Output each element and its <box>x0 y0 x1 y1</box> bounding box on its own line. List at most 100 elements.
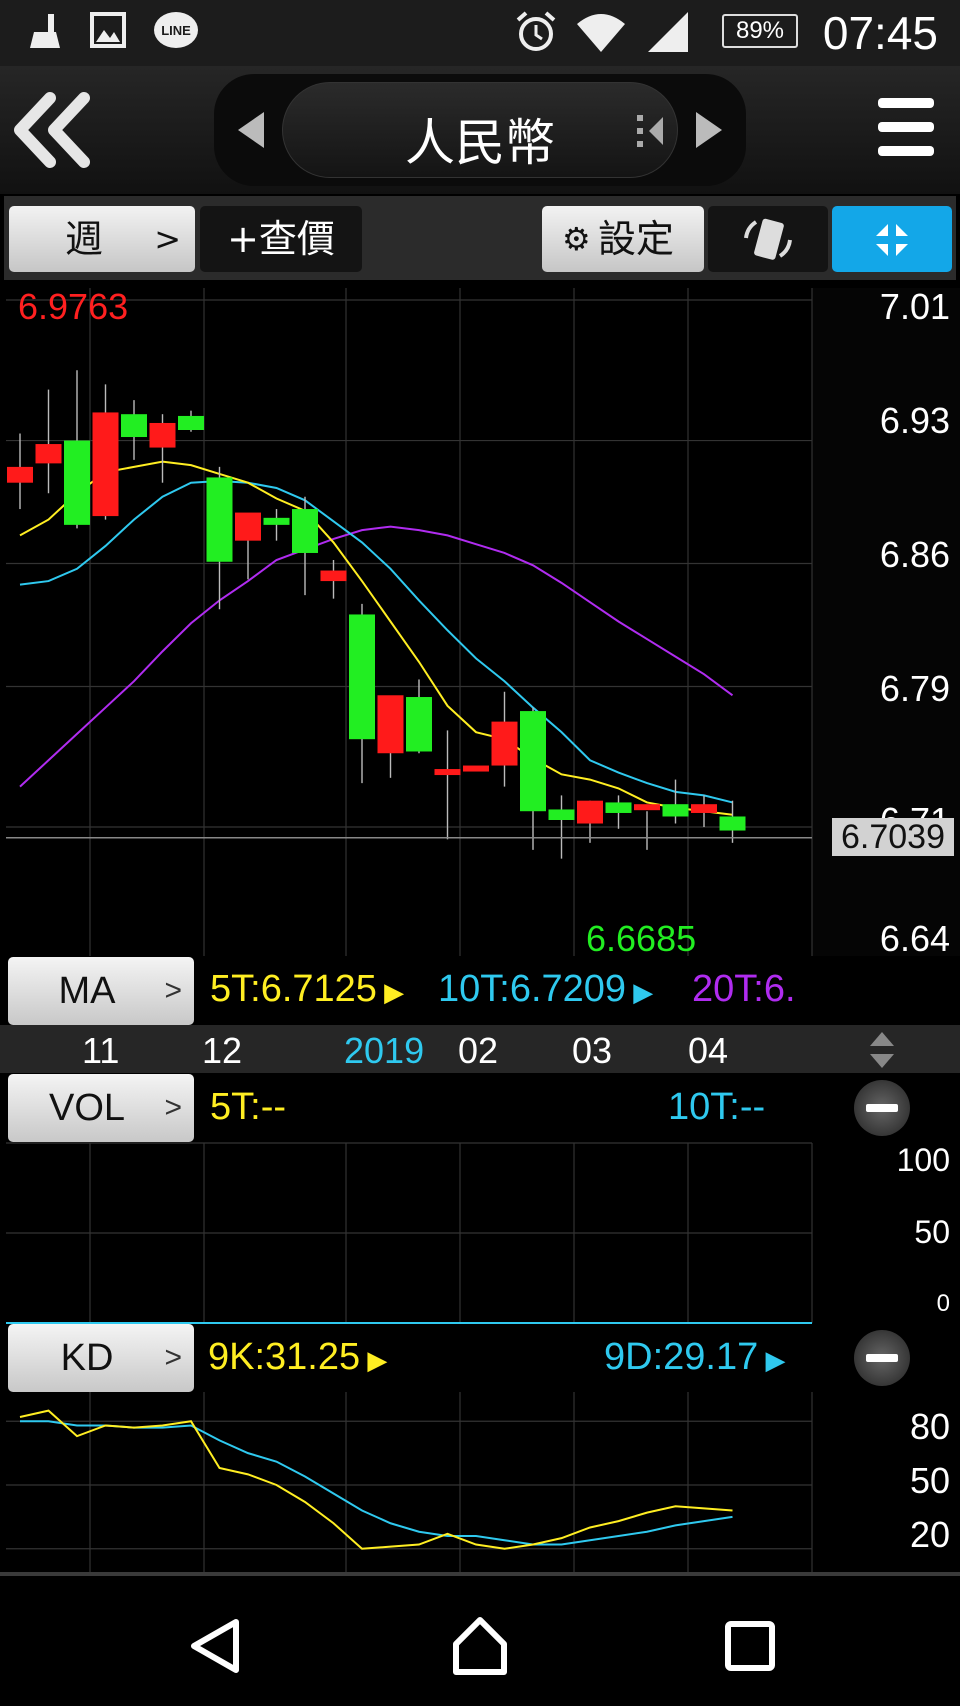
ma10-value: 10T:6.7209 ▶ <box>438 968 654 1010</box>
kd-indicator-button[interactable]: KD > <box>8 1324 194 1392</box>
ma20-value: 20T:6. <box>692 968 796 1010</box>
candle-body <box>35 444 62 464</box>
candle-body <box>463 765 489 772</box>
candle-body <box>634 804 660 811</box>
price-panel <box>6 288 812 956</box>
system-nav-bar <box>0 1576 960 1706</box>
x-label: 04 <box>688 1030 729 1071</box>
vol-ma5-value: 5T:-- <box>210 1086 286 1128</box>
vol-y-tick: 0 <box>936 1290 950 1317</box>
list-indicator-icon <box>637 115 663 147</box>
vol-label: VOL <box>48 1087 126 1129</box>
candle-body <box>406 697 432 752</box>
minus-icon <box>866 1354 898 1362</box>
y-tick: 6.86 <box>879 534 950 575</box>
recent-apps-icon[interactable] <box>724 1620 776 1672</box>
y-tick: 6.93 <box>879 400 950 441</box>
minus-icon <box>866 1104 898 1112</box>
candle-body <box>292 509 318 553</box>
x-label: 12 <box>202 1030 243 1071</box>
candle-body <box>662 804 689 817</box>
chevron-right-icon: > <box>164 974 182 1007</box>
x-label: 2019 <box>344 1030 425 1071</box>
svg-text:LINE: LINE <box>161 23 191 38</box>
wifi-icon <box>577 14 625 52</box>
candle-body <box>178 415 204 430</box>
candle-body <box>434 769 461 776</box>
candle-body <box>263 517 290 525</box>
kd-label: KD <box>60 1337 114 1379</box>
candle-body <box>349 614 375 740</box>
app-header: 人民幣 <box>0 66 960 194</box>
candle-body <box>548 809 575 820</box>
back-double-chevron-icon[interactable] <box>12 92 94 168</box>
candle-body <box>7 466 33 483</box>
x-label: 03 <box>572 1030 613 1071</box>
currency-title-pill[interactable]: 人民幣 <box>282 82 678 178</box>
settings-label: 設定 <box>598 217 675 261</box>
y-tick: 6.71 <box>880 800 950 820</box>
ma-label: MA <box>58 970 116 1012</box>
y-tick: 6.64 <box>879 918 950 959</box>
vol-y-tick: 100 <box>896 1142 950 1178</box>
home-icon[interactable] <box>450 1616 510 1676</box>
gallery-icon <box>90 12 126 48</box>
candle-body <box>320 570 347 582</box>
vol-y-tick: 50 <box>914 1214 950 1250</box>
high-price-label: 6.9763 <box>18 286 129 327</box>
kd-y-tick: 20 <box>909 1514 950 1555</box>
candle-body <box>121 414 147 438</box>
alarm-icon <box>516 11 556 51</box>
rotate-icon <box>744 218 792 260</box>
collapse-icon <box>876 224 908 256</box>
fullscreen-toggle-button[interactable] <box>832 206 952 272</box>
back-icon[interactable] <box>188 1618 244 1674</box>
kd-y-tick: 50 <box>909 1460 950 1501</box>
signal-icon <box>648 12 688 52</box>
ma-indicator-button[interactable]: MA > <box>8 957 194 1025</box>
currency-selector: 人民幣 <box>214 74 746 186</box>
x-label: 11 <box>82 1030 120 1071</box>
candle-body <box>577 800 603 824</box>
candle-body <box>64 440 90 525</box>
chart-toolbar: 週 > +查價 ⚙ 設定 <box>4 196 956 280</box>
x-label: 02 <box>458 1030 499 1071</box>
candle-body <box>377 695 404 754</box>
ma5-value: 5T:6.7125 ▶ <box>210 968 405 1010</box>
query-price-button[interactable]: +查價 <box>200 206 362 272</box>
rotate-screen-button[interactable] <box>708 206 828 272</box>
candle-body <box>491 721 518 766</box>
gear-icon: ⚙ <box>562 220 591 258</box>
y-tick: 7.01 <box>879 286 950 327</box>
kd-y-tick: 80 <box>909 1406 950 1447</box>
chevron-right-icon: > <box>164 1091 182 1124</box>
period-selector[interactable]: 週 > <box>9 206 195 272</box>
candle-body <box>605 802 632 813</box>
chevron-right-icon: > <box>164 1341 182 1374</box>
clock: 07:45 <box>822 7 938 59</box>
y-tick: 6.79 <box>879 668 950 709</box>
candle-body <box>206 477 233 562</box>
settings-button[interactable]: ⚙ 設定 <box>542 206 704 272</box>
status-bar: LINE 89% 07:45 <box>0 0 960 66</box>
prev-currency-button[interactable] <box>234 110 268 150</box>
low-price-label: 6.6685 <box>586 918 697 959</box>
battery-icon: 89% <box>722 14 798 48</box>
candle-body <box>235 512 261 541</box>
d-value: 9D:29.17 ▶ <box>604 1336 786 1378</box>
period-label: 週 <box>64 217 103 261</box>
candle-body <box>719 816 746 831</box>
candle-body <box>691 804 717 813</box>
cleaner-icon <box>30 14 60 48</box>
next-currency-button[interactable] <box>692 110 726 150</box>
last-price-tag: 6.7039 <box>832 818 954 856</box>
vol-indicator-button[interactable]: VOL > <box>8 1074 194 1142</box>
line-app-icon: LINE <box>154 12 198 48</box>
k-value: 9K:31.25 ▶ <box>208 1336 388 1378</box>
candle-body <box>92 412 119 517</box>
page-title: 人民幣 <box>405 114 555 172</box>
chevron-right-icon: > <box>154 220 181 258</box>
hamburger-menu-icon[interactable] <box>878 98 934 158</box>
collapse-vol-button[interactable] <box>854 1080 910 1136</box>
collapse-kd-button[interactable] <box>854 1330 910 1386</box>
